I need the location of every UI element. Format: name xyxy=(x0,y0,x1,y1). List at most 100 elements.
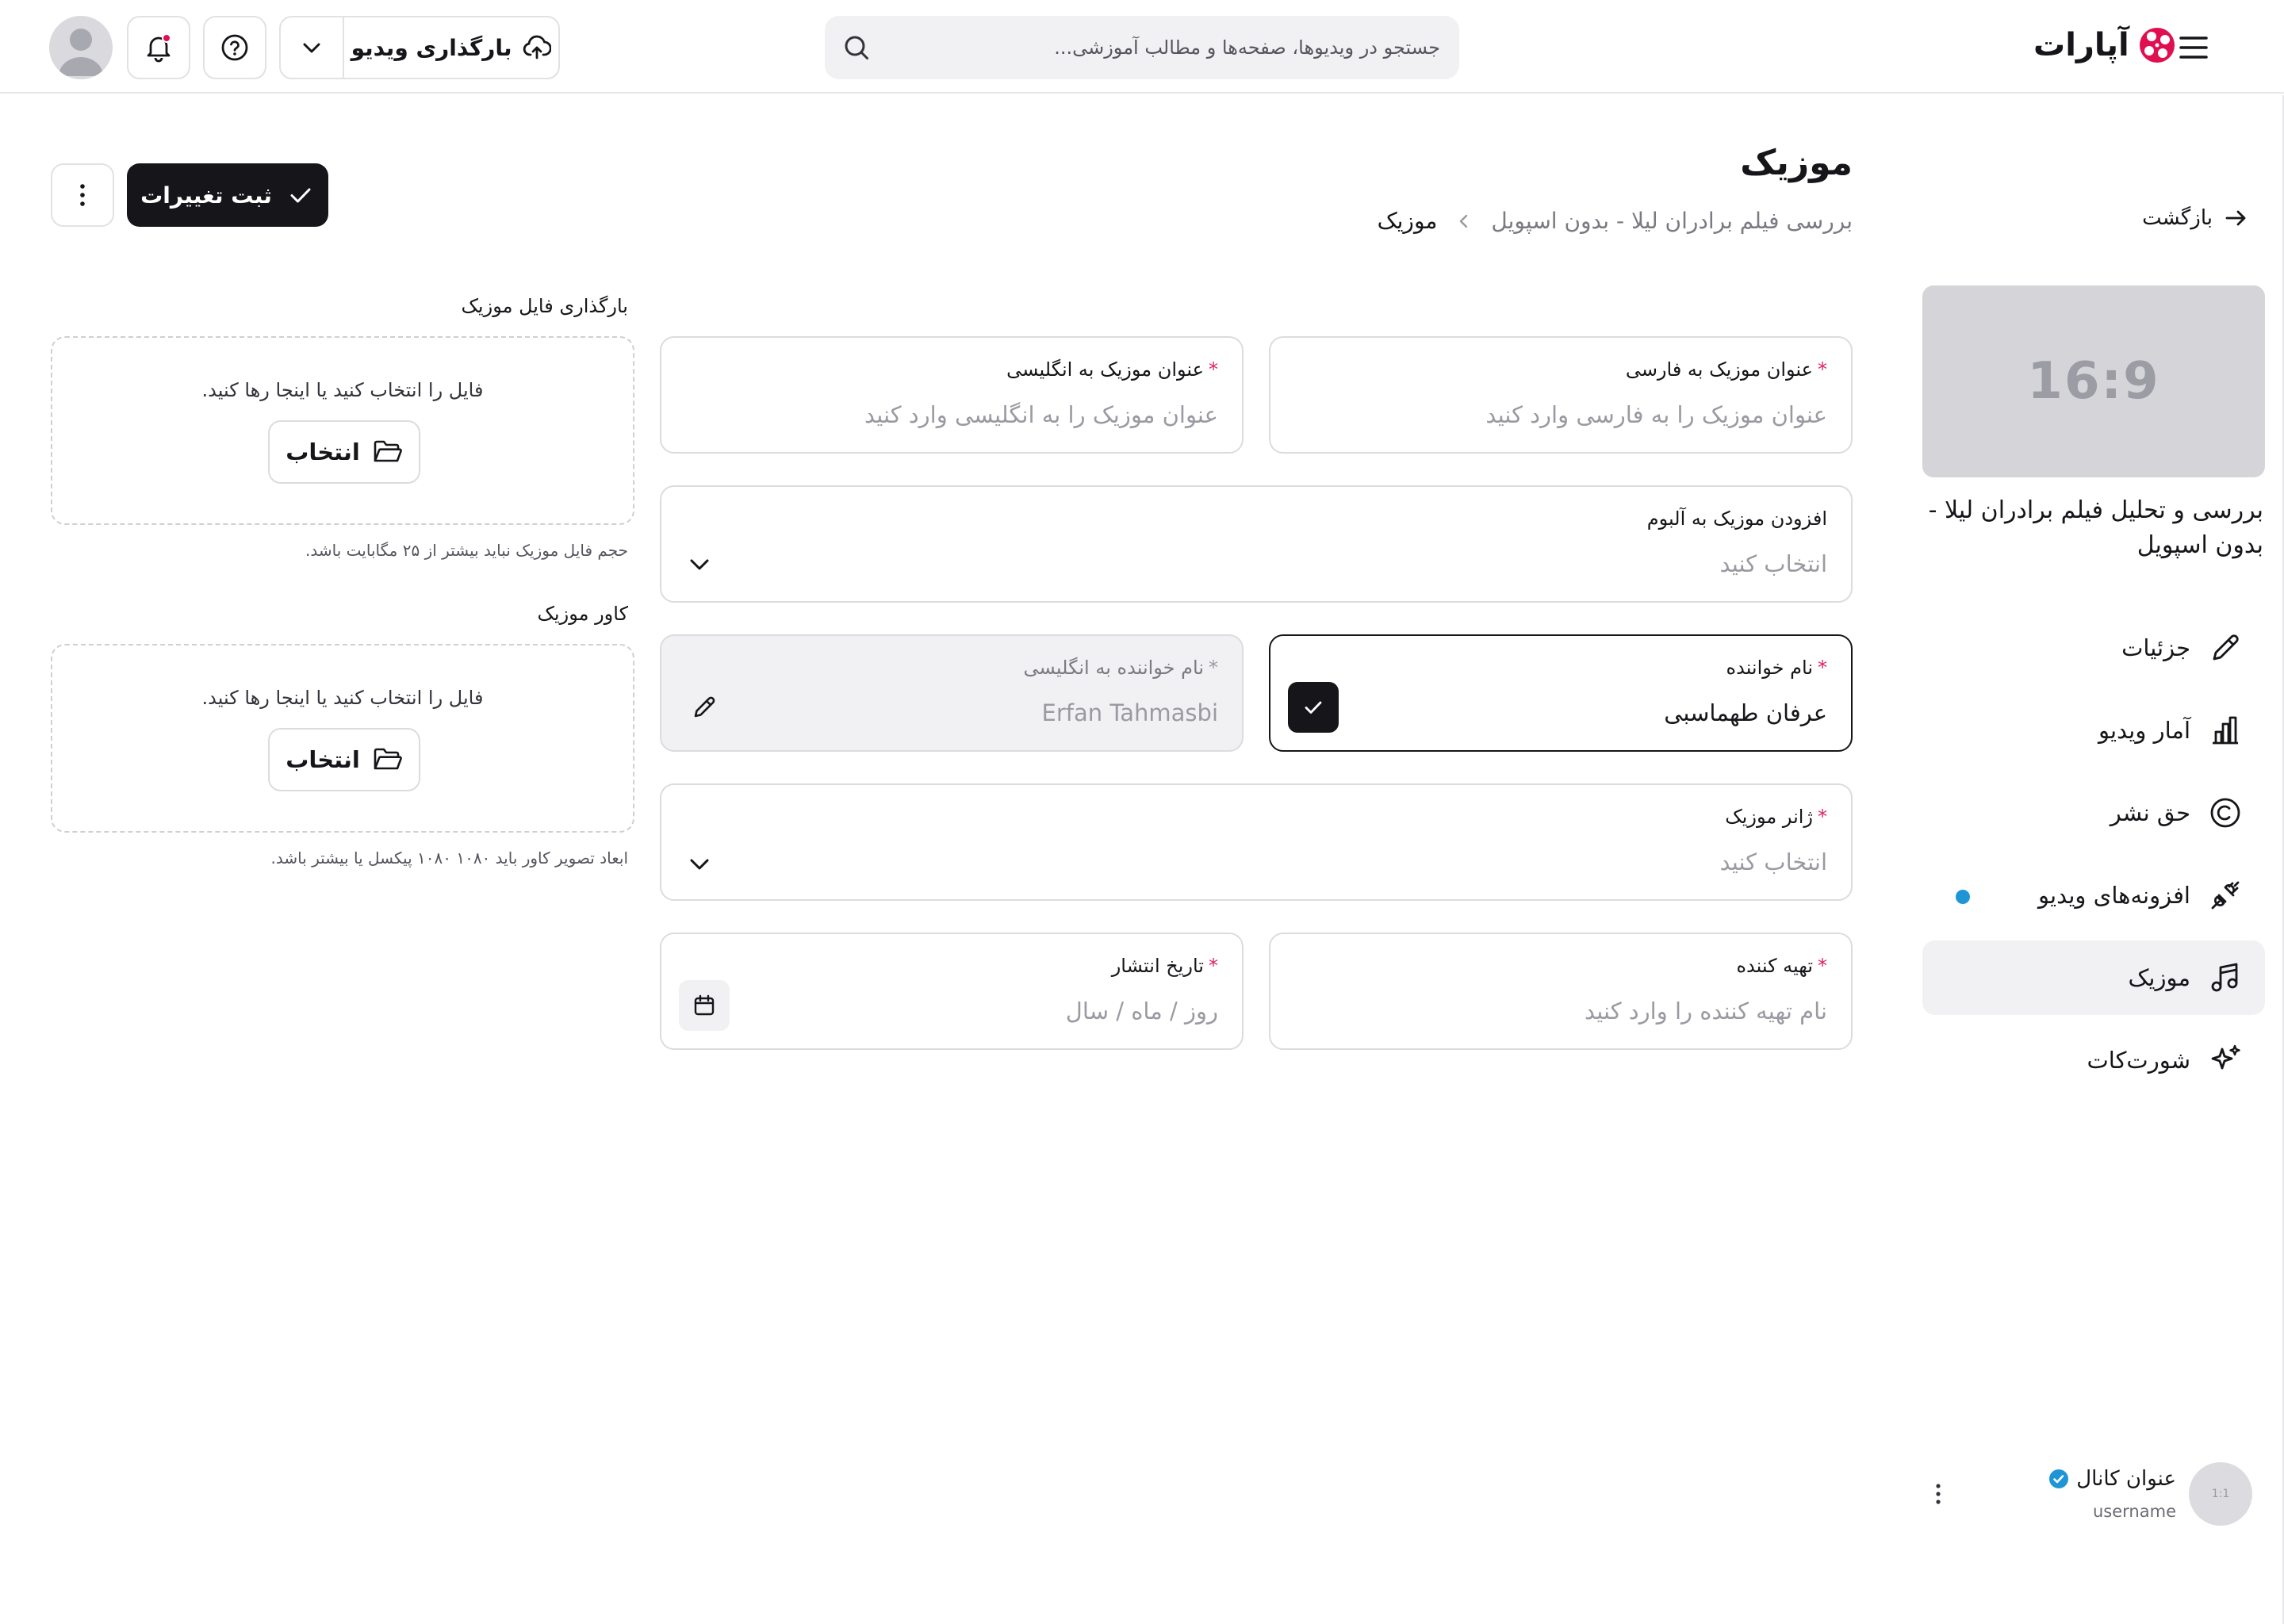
field-label: افزودن موزیک به آلبوم xyxy=(1647,508,1827,530)
sidebar-item-video-plugins[interactable]: افزونه‌های ویدیو xyxy=(1922,858,2265,933)
field-label: * نام خواننده xyxy=(1726,657,1827,679)
confirm-singer-button[interactable] xyxy=(1288,682,1339,733)
required-asterisk: * xyxy=(1818,955,1827,977)
sidebar-item-shortcut[interactable]: شورت‌کات xyxy=(1922,1023,2265,1097)
folder-open-icon xyxy=(374,440,402,462)
choose-music-file-button[interactable]: انتخاب xyxy=(268,420,420,484)
music-file-dropzone[interactable]: فایل را انتخاب کنید یا اینجا رها کنید. ا… xyxy=(51,336,634,525)
channel-avatar[interactable]: 1:1 xyxy=(2189,1462,2252,1526)
chevron-down-icon[interactable] xyxy=(685,550,714,579)
chevron-left-icon xyxy=(1460,214,1468,228)
logo-text: آپارات xyxy=(2033,27,2129,63)
field-label: * تاریخ انتشار xyxy=(1112,955,1218,977)
required-asterisk: * xyxy=(1818,358,1827,381)
plug-icon xyxy=(2211,881,2240,910)
singer-name-en-value: Erfan Tahmasbi xyxy=(1041,699,1218,726)
back-link[interactable]: بازگشت xyxy=(2142,206,2248,230)
check-icon xyxy=(290,188,311,203)
field-label-text: ژانر موزیک xyxy=(1725,806,1813,828)
sidebar: بازگشت 16:9 بررسی و تحلیل فیلم برادران ل… xyxy=(1903,95,2284,1624)
music-size-hint: حجم فایل موزیک نباید بیشتر از ۲۵ مگابایت… xyxy=(305,541,628,560)
chevron-down-icon[interactable] xyxy=(685,850,714,879)
producer-field[interactable]: * تهیه کننده نام تهیه کننده را وارد کنید xyxy=(1269,933,1853,1050)
sidebar-item-label: شورت‌کات xyxy=(2087,1047,2190,1074)
breadcrumb: بررسی فیلم برادران لیلا - بدون اسپویل مو… xyxy=(1378,208,1853,234)
required-asterisk: * xyxy=(1209,955,1218,977)
notifications-button[interactable] xyxy=(127,16,190,79)
aparat-logo-icon xyxy=(2139,28,2175,63)
field-label-text: تهیه کننده xyxy=(1736,955,1813,977)
field-label: * تهیه کننده xyxy=(1736,955,1827,977)
more-vertical-icon xyxy=(80,184,85,206)
music-title-fa-input[interactable]: عنوان موزیک را به فارسی وارد کنید xyxy=(1485,401,1827,428)
edit-pencil-icon[interactable] xyxy=(690,693,719,722)
calendar-icon xyxy=(694,994,715,1016)
upload-dropdown-button[interactable] xyxy=(281,17,344,78)
breadcrumb-parent[interactable]: بررسی فیلم برادران لیلا - بدون اسپویل xyxy=(1491,208,1853,234)
search-input[interactable] xyxy=(933,16,1440,79)
music-title-en-input[interactable]: عنوان موزیک را به انگلیسی وارد کنید xyxy=(864,401,1218,428)
chart-icon xyxy=(2213,716,2238,745)
channel-more-button[interactable] xyxy=(1922,1475,1954,1513)
upload-video-button-group: بارگذاری ویدیو xyxy=(279,16,560,79)
producer-input[interactable]: نام تهیه کننده را وارد کنید xyxy=(1585,998,1827,1025)
sidebar-item-details[interactable]: جزئیات xyxy=(1922,611,2265,685)
sidebar-item-video-stats[interactable]: آمار ویدیو xyxy=(1922,693,2265,768)
search-bar xyxy=(825,16,1459,79)
cloud-upload-icon xyxy=(523,35,552,59)
hamburger-menu-icon[interactable] xyxy=(2176,30,2211,65)
sidebar-nav: جزئیات آمار ویدیو حق نشر افزونه‌های ویدی… xyxy=(1922,611,2265,1105)
field-label-text: افزودن موزیک به آلبوم xyxy=(1646,508,1827,530)
genre-select-value: انتخاب کنید xyxy=(1719,848,1827,875)
field-label-text: عنوان موزیک به انگلیسی xyxy=(1006,358,1204,381)
singer-name-en-field: * نام خواننده به انگلیسی Erfan Tahmasbi xyxy=(660,634,1244,752)
field-label: * ژانر موزیک xyxy=(1725,806,1827,828)
user-placeholder-icon xyxy=(59,29,103,76)
aparat-logo[interactable]: آپارات xyxy=(2033,21,2177,70)
field-label: * نام خواننده به انگلیسی xyxy=(1024,657,1218,679)
calendar-button[interactable] xyxy=(679,980,730,1031)
sidebar-item-label: حق نشر xyxy=(2110,799,2190,826)
channel-card: 1:1 عنوان کانال username xyxy=(1922,1443,2265,1538)
music-title-en-field[interactable]: * عنوان موزیک به انگلیسی عنوان موزیک را ب… xyxy=(660,336,1244,454)
required-asterisk: * xyxy=(1818,806,1827,828)
cover-size-hint: ابعاد تصویر کاور باید ۱۰۸۰ ۱۰۸۰ پیکسل یا… xyxy=(270,848,628,868)
choose-label: انتخاب xyxy=(286,746,360,773)
music-title-fa-field[interactable]: * عنوان موزیک به فارسی عنوان موزیک را به … xyxy=(1269,336,1853,454)
cover-label: کاور موزیک xyxy=(537,603,628,625)
help-button[interactable] xyxy=(203,16,266,79)
save-changes-button[interactable]: ثبت تغییرات xyxy=(127,163,328,227)
sidebar-item-label: موزیک xyxy=(2128,964,2190,991)
sidebar-item-label: آمار ویدیو xyxy=(2098,717,2190,744)
singer-name-field[interactable]: * نام خواننده عرفان طهماسبی xyxy=(1269,634,1853,752)
cover-file-dropzone[interactable]: فایل را انتخاب کنید یا اینجا رها کنید. ا… xyxy=(51,644,634,833)
music-genre-select[interactable]: * ژانر موزیک انتخاب کنید xyxy=(660,783,1853,901)
video-thumbnail[interactable]: 16:9 xyxy=(1922,285,2265,477)
search-icon[interactable] xyxy=(841,32,872,63)
sidebar-item-music[interactable]: موزیک xyxy=(1922,940,2265,1015)
field-label-text: نام خواننده به انگلیسی xyxy=(1023,657,1204,679)
choose-cover-file-button[interactable]: انتخاب xyxy=(268,728,420,791)
required-asterisk: * xyxy=(1209,358,1218,381)
singer-name-input[interactable]: عرفان طهماسبی xyxy=(1664,699,1827,726)
field-label: * عنوان موزیک به فارسی xyxy=(1626,358,1827,381)
arrow-right-icon xyxy=(2225,210,2246,226)
more-options-button[interactable] xyxy=(51,163,114,227)
back-label: بازگشت xyxy=(2142,206,2213,230)
pencil-icon xyxy=(2213,634,2239,661)
upload-video-button[interactable]: بارگذاری ویدیو xyxy=(344,17,558,78)
sidebar-item-copyright[interactable]: حق نشر xyxy=(1922,776,2265,850)
album-select[interactable]: افزودن موزیک به آلبوم انتخاب کنید xyxy=(660,485,1853,603)
required-asterisk: * xyxy=(1209,657,1218,679)
user-avatar[interactable] xyxy=(49,16,113,79)
sidebar-item-label: جزئیات xyxy=(2121,634,2190,661)
verified-badge-icon xyxy=(2049,1469,2069,1488)
release-date-input[interactable]: روز / ماه / سال xyxy=(1066,998,1218,1025)
channel-name: عنوان کانال xyxy=(2076,1467,2176,1491)
choose-label: انتخاب xyxy=(286,439,360,465)
help-icon xyxy=(221,34,248,61)
dropzone-text: فایل را انتخاب کنید یا اینجا رها کنید. xyxy=(201,687,484,709)
sidebar-item-label: افزونه‌های ویدیو xyxy=(2038,882,2190,909)
release-date-field[interactable]: * تاریخ انتشار روز / ماه / سال xyxy=(660,933,1244,1050)
field-label: * عنوان موزیک به انگلیسی xyxy=(1006,358,1218,381)
